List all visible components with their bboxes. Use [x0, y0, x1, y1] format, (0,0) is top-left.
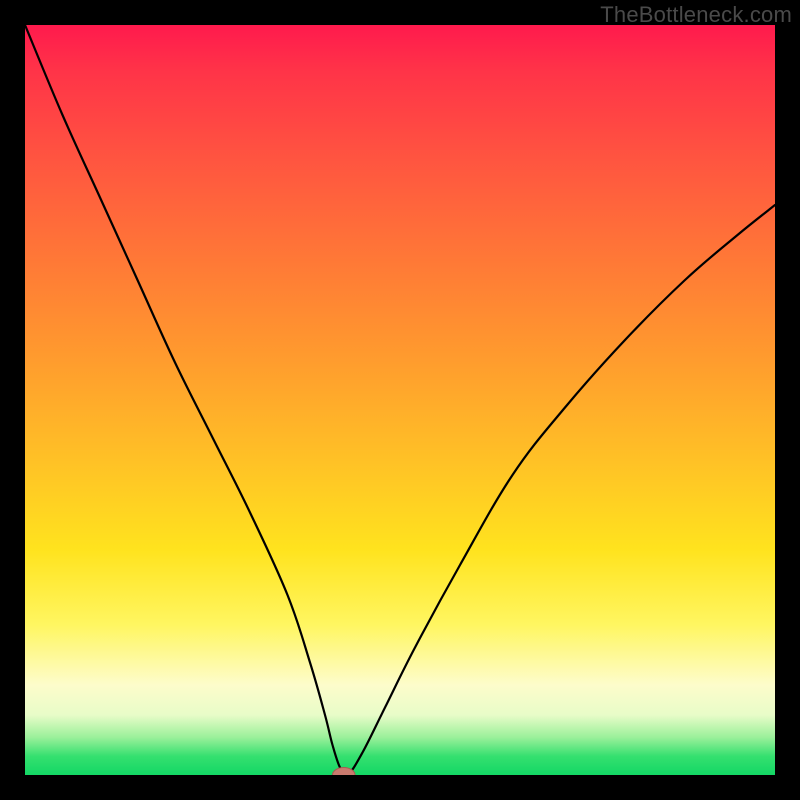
bottleneck-curve [25, 25, 775, 775]
plot-area [25, 25, 775, 775]
watermark-text: TheBottleneck.com [600, 2, 792, 28]
curve-svg [25, 25, 775, 775]
chart-frame: TheBottleneck.com [0, 0, 800, 800]
